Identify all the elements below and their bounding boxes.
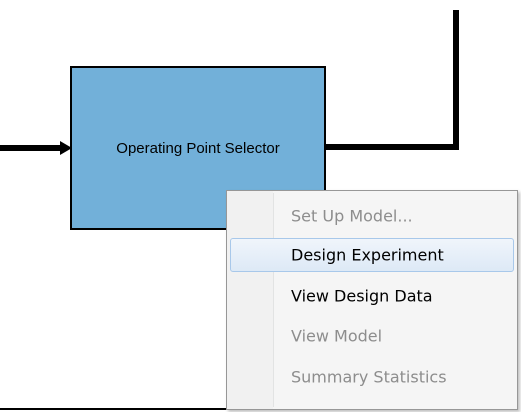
menu-item-view-design-data[interactable]: View Design Data (230, 279, 514, 313)
diagram-canvas[interactable]: Operating Point Selector Set Up Model...… (0, 0, 521, 412)
menu-item-design-experiment[interactable]: Design Experiment (230, 238, 514, 272)
context-menu: Set Up Model... Design Experiment View D… (226, 190, 518, 410)
menu-item-view-model[interactable]: View Model (230, 319, 514, 353)
menu-item-label: View Design Data (291, 286, 433, 306)
menu-item-label: Design Experiment (291, 245, 444, 265)
menu-item-set-up-model[interactable]: Set Up Model... (230, 199, 514, 233)
block-label: Operating Point Selector (116, 139, 280, 157)
bottom-signal-line[interactable] (0, 408, 228, 410)
output-signal-line[interactable] (326, 10, 459, 150)
menu-item-label: Summary Statistics (291, 367, 447, 387)
menu-item-label: View Model (291, 326, 383, 346)
menu-item-label: Set Up Model... (291, 206, 413, 226)
menu-item-summary-statistics[interactable]: Summary Statistics (230, 360, 514, 394)
